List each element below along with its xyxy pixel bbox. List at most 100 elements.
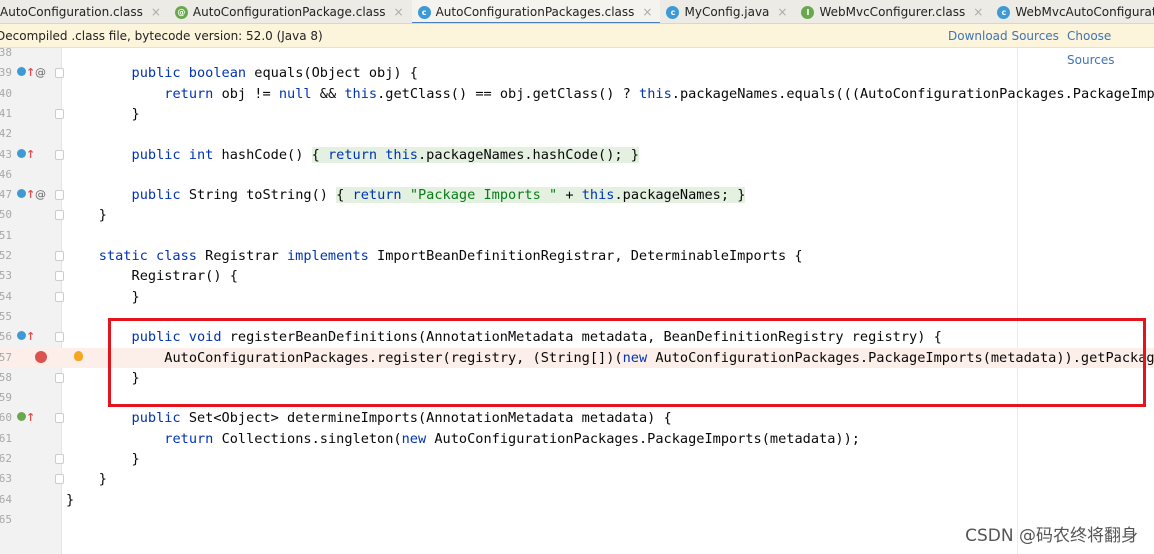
fold-marker-icon[interactable] bbox=[55, 454, 64, 464]
class-file-icon: c bbox=[997, 5, 1011, 19]
override-arrow-icon[interactable]: ↑ bbox=[26, 67, 35, 79]
code-token: } bbox=[98, 207, 107, 224]
code-editor[interactable]: 38 39 ↑ @ public boolean equals(Object obj) … bbox=[0, 46, 1154, 554]
code-text: Registrar() { bbox=[132, 266, 238, 286]
tab-myconfig-java[interactable]: c MyConfig.java × bbox=[660, 0, 795, 23]
tab-label: AutoConfiguration.class bbox=[0, 5, 143, 19]
code-token: { bbox=[311, 146, 328, 163]
code-line: 52 static class Registrar implements Impo… bbox=[0, 246, 1154, 266]
tab-autoconfigurationpackages-class[interactable]: c AutoConfigurationPackages.class × bbox=[411, 0, 661, 23]
implements-method-icon[interactable] bbox=[17, 189, 26, 201]
line-number: 42 bbox=[0, 127, 12, 141]
code-keyword: implements bbox=[287, 248, 378, 264]
class-file-icon: c bbox=[417, 5, 431, 19]
fold-marker-icon[interactable] bbox=[55, 68, 64, 79]
code-token: obj != bbox=[221, 85, 279, 102]
tab-label: WebMvcAutoConfiguration.class bbox=[1015, 5, 1154, 19]
fold-marker-icon[interactable] bbox=[55, 291, 64, 302]
close-tab-icon[interactable]: × bbox=[151, 5, 161, 19]
override-arrow-icon[interactable]: ↑ bbox=[26, 412, 35, 424]
code-text: public int hashCode() { return this.pack… bbox=[132, 145, 639, 165]
fold-marker-icon[interactable] bbox=[55, 413, 64, 424]
line-number: 40 bbox=[0, 86, 12, 100]
breakpoint-icon[interactable] bbox=[35, 350, 47, 366]
code-text: } bbox=[132, 104, 140, 124]
code-token: Collections.singleton( bbox=[221, 430, 402, 447]
code-keyword: this bbox=[581, 187, 615, 204]
implements-method-icon[interactable] bbox=[17, 148, 26, 161]
implements-method-icon[interactable] bbox=[17, 67, 26, 79]
code-token: + bbox=[557, 187, 582, 204]
tab-label: MyConfig.java bbox=[684, 5, 770, 19]
code-line: 51 bbox=[0, 226, 1154, 246]
line-number: 54 bbox=[0, 289, 12, 303]
code-line: 41} bbox=[0, 104, 1154, 124]
code-text: } bbox=[99, 205, 107, 225]
code-keyword: return bbox=[164, 85, 222, 102]
line-number: 43 bbox=[0, 147, 12, 161]
code-line: 46 bbox=[0, 165, 1154, 185]
override-arrow-icon[interactable]: ↑ bbox=[26, 189, 35, 201]
code-token: } bbox=[131, 451, 140, 467]
close-tab-icon[interactable]: × bbox=[642, 5, 652, 19]
code-line: 47 ↑ @ public String toString() { return "P… bbox=[0, 185, 1154, 205]
override-arrow-icon[interactable]: ↑ bbox=[26, 331, 35, 343]
code-text: } bbox=[99, 469, 107, 489]
fold-marker-icon[interactable] bbox=[55, 372, 64, 383]
line-number: 63 bbox=[0, 472, 12, 486]
annotation-icon[interactable]: @ bbox=[35, 67, 46, 79]
fold-marker-icon[interactable] bbox=[55, 108, 64, 119]
close-tab-icon[interactable]: × bbox=[394, 5, 404, 19]
code-line: 53 Registrar() { bbox=[0, 266, 1154, 286]
tab-autoconfigurationpackage-class[interactable]: @ AutoConfigurationPackage.class × bbox=[169, 0, 412, 23]
tab-autoconfiguration-class[interactable]: AutoConfiguration.class × bbox=[0, 0, 169, 23]
fold-marker-icon[interactable] bbox=[55, 251, 64, 261]
code-token: AutoConfigurationPackages.PackageImports… bbox=[434, 430, 860, 447]
fold-marker-icon[interactable] bbox=[55, 332, 64, 343]
line-number: 64 bbox=[0, 492, 12, 506]
line-number: 51 bbox=[0, 228, 12, 242]
code-text: return obj != null && this.getClass() ==… bbox=[164, 84, 1154, 104]
code-line: 38 bbox=[0, 43, 1154, 63]
highlight-annotation-box bbox=[108, 318, 1146, 407]
annotation-icon[interactable]: @ bbox=[35, 189, 46, 201]
code-token: String toString() bbox=[188, 187, 337, 204]
line-number: 60 bbox=[0, 411, 12, 425]
code-line: 64} bbox=[0, 490, 1154, 510]
line-number: 61 bbox=[0, 431, 12, 445]
code-token: } bbox=[131, 105, 140, 122]
implements-method-icon[interactable] bbox=[17, 331, 26, 343]
code-keyword: public bbox=[131, 187, 189, 204]
interface-file-icon: I bbox=[801, 5, 815, 19]
close-tab-icon[interactable]: × bbox=[777, 5, 787, 19]
interface-method-icon[interactable] bbox=[17, 412, 26, 424]
fold-marker-icon[interactable] bbox=[55, 474, 64, 485]
code-text: } bbox=[132, 287, 140, 307]
tab-webmvcconfigurer-class[interactable]: I WebMvcConfigurer.class × bbox=[795, 0, 991, 23]
code-text: public Set<Object> determineImports(Anno… bbox=[132, 408, 672, 428]
code-keyword: public boolean bbox=[131, 65, 255, 82]
code-token: && bbox=[311, 85, 345, 102]
lightbulb-intention-icon[interactable] bbox=[74, 350, 83, 364]
tab-webmvcautoconfiguration-class[interactable]: cWebMvcAutoConfiguration.class× bbox=[991, 0, 1154, 23]
line-number: 39 bbox=[0, 66, 12, 80]
fold-marker-icon[interactable] bbox=[55, 210, 64, 221]
line-number: 55 bbox=[0, 309, 12, 323]
fold-marker-icon[interactable] bbox=[55, 149, 64, 160]
line-number: 65 bbox=[0, 512, 12, 526]
code-text: public String toString() { return "Packa… bbox=[132, 185, 746, 205]
code-token: hashCode() bbox=[221, 146, 312, 163]
fold-marker-icon[interactable] bbox=[55, 271, 64, 282]
fold-marker-icon[interactable] bbox=[55, 190, 64, 201]
code-token: } bbox=[66, 491, 75, 508]
close-tab-icon[interactable]: × bbox=[973, 5, 983, 19]
line-number: 58 bbox=[0, 370, 12, 384]
code-token: .packageNames; } bbox=[614, 187, 746, 204]
code-string: "Package Imports " bbox=[409, 187, 558, 204]
override-arrow-icon[interactable]: ↑ bbox=[26, 148, 35, 161]
line-number: 53 bbox=[0, 269, 12, 283]
code-token: .getClass() == obj.getClass() ? bbox=[377, 85, 640, 102]
code-keyword: return bbox=[164, 430, 222, 447]
code-keyword: this bbox=[344, 85, 378, 102]
code-keyword: this bbox=[639, 85, 672, 102]
